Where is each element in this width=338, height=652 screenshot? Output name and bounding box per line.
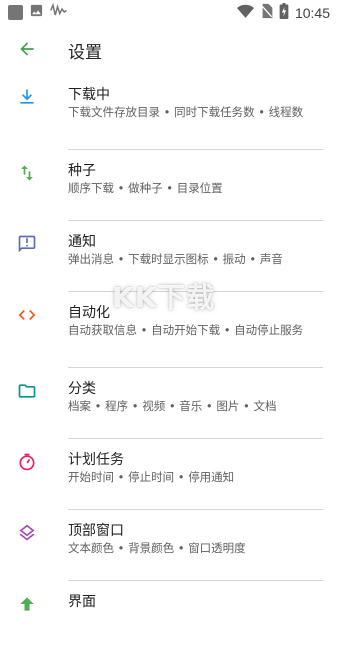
settings-item-summary: 开始时间 • 停止时间 • 停用通知 <box>68 470 235 484</box>
settings-list: 下载中 下载文件存放目录 • 同时下载任务数 • 线程数 种子 顺序下载 • 做… <box>0 74 338 652</box>
settings-item-title: 分类 <box>68 381 96 397</box>
signal-wave-icon <box>50 2 68 22</box>
folder-icon <box>16 380 38 402</box>
settings-item-title: 通知 <box>68 234 96 250</box>
settings-item-overlay-window[interactable]: 顶部窗口 文本颜色 • 背景颜色 • 窗口透明度 <box>0 510 338 581</box>
arrow-back-icon <box>20 42 34 56</box>
settings-item-categories[interactable]: 分类 档案 • 程序 • 视频 • 音乐 • 图片 • 文档 <box>0 368 338 439</box>
feedback-icon <box>16 233 38 255</box>
status-bar: 10:45 <box>0 0 338 24</box>
page-title: 设置 <box>68 43 102 63</box>
status-time: 10:45 <box>294 5 330 21</box>
swap-vert-icon <box>16 162 38 184</box>
settings-item-title: 顶部窗口 <box>68 523 124 539</box>
image-icon <box>29 3 44 22</box>
settings-item-summary: 下载文件存放目录 • 同时下载任务数 • 线程数 <box>68 105 304 119</box>
wifi-icon <box>236 4 254 23</box>
settings-item-schedule[interactable]: 计划任务 开始时间 • 停止时间 • 停用通知 <box>0 439 338 510</box>
layers-icon <box>16 522 38 544</box>
settings-item-summary: 顺序下载 • 做种子 • 目录位置 <box>68 181 223 195</box>
settings-item-summary: 文本颜色 • 背景颜色 • 窗口透明度 <box>68 541 246 555</box>
settings-item-title: 计划任务 <box>68 452 124 468</box>
settings-item-notifications[interactable]: 通知 弹出消息 • 下载时显示图标 • 振动 • 声音 <box>0 221 338 292</box>
battery-charging-icon <box>279 3 289 23</box>
settings-item-title: 界面 <box>68 594 96 610</box>
no-sim-icon <box>260 3 273 23</box>
settings-item-title: 种子 <box>68 163 96 179</box>
settings-item-torrent[interactable]: 种子 顺序下载 • 做种子 • 目录位置 <box>0 150 338 221</box>
settings-item-title: 自动化 <box>68 305 110 321</box>
back-button[interactable] <box>14 36 40 62</box>
settings-item-automation[interactable]: 自动化 自动获取信息 • 自动开始下载 • 自动停止服务 <box>0 292 338 368</box>
settings-item-title: 下载中 <box>68 87 110 103</box>
settings-item-summary: 档案 • 程序 • 视频 • 音乐 • 图片 • 文档 <box>68 399 277 413</box>
settings-item-summary: 弹出消息 • 下载时显示图标 • 振动 • 声音 <box>68 252 283 266</box>
app-bar: 设置 <box>0 26 338 72</box>
settings-item-interface[interactable]: 界面 <box>0 581 338 652</box>
timer-icon <box>16 451 38 473</box>
code-icon <box>16 304 38 326</box>
settings-item-download[interactable]: 下载中 下载文件存放目录 • 同时下载任务数 • 线程数 <box>0 74 338 150</box>
download-icon <box>16 86 38 108</box>
app-icon <box>8 5 23 20</box>
settings-item-summary: 自动获取信息 • 自动开始下载 • 自动停止服务 <box>68 323 304 337</box>
interface-icon <box>16 593 38 615</box>
